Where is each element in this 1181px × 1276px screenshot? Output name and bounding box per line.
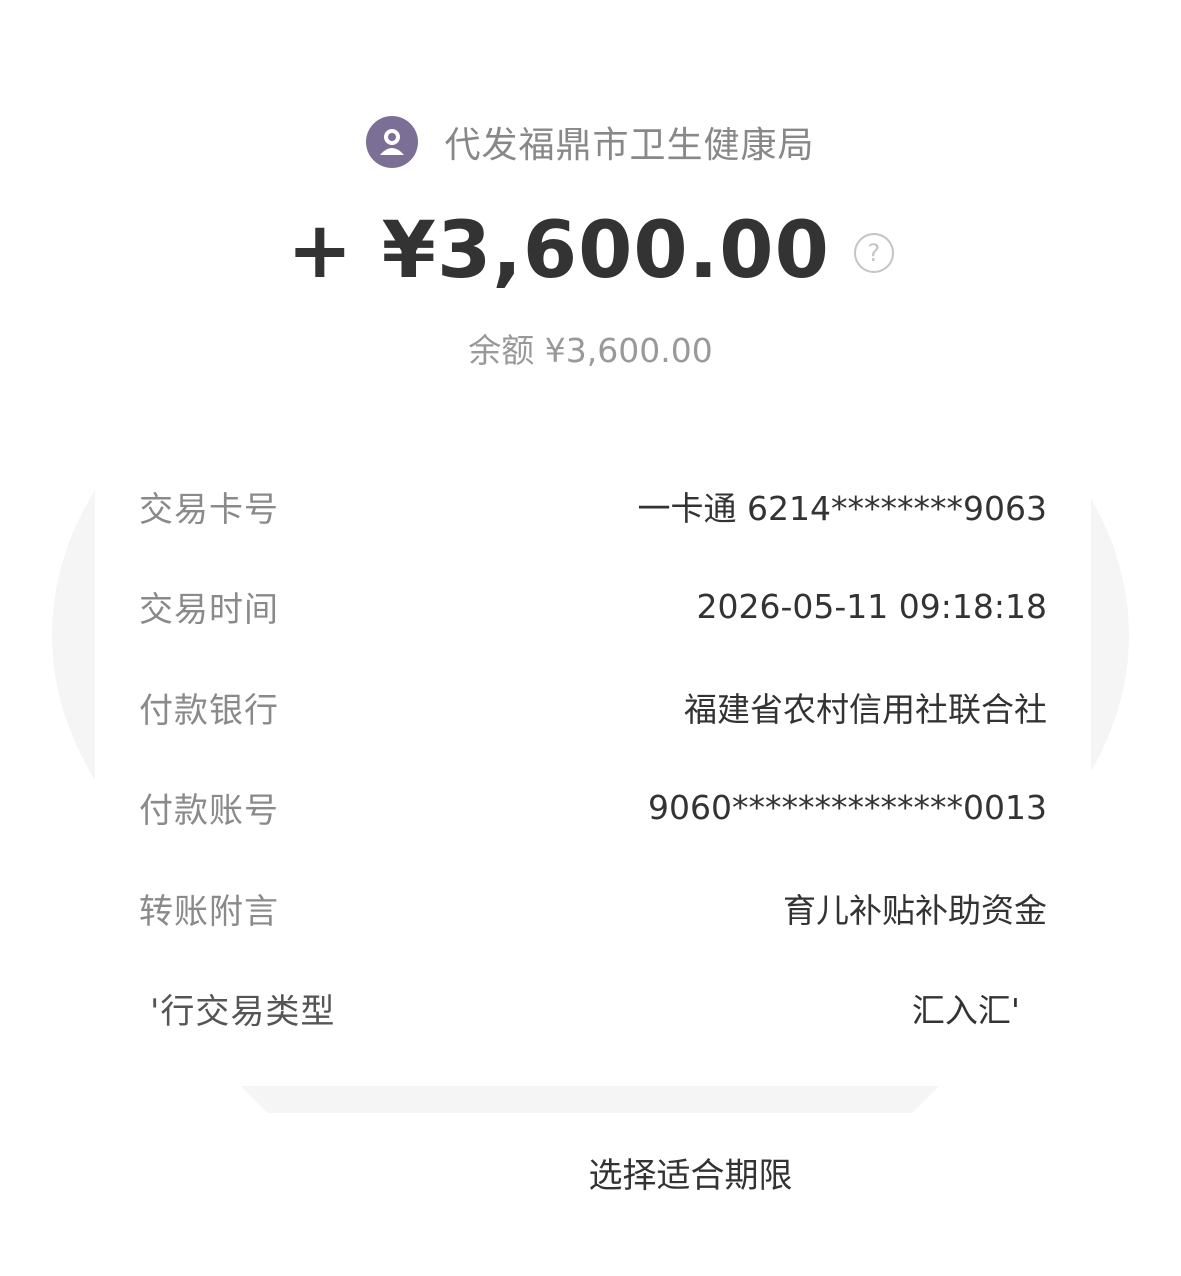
person-avatar-icon [366, 116, 419, 168]
detail-label: 转账附言 [139, 891, 279, 932]
background-bottom-shape [240, 1085, 940, 1113]
detail-row-type: '行交易类型 汇入汇' [150, 983, 1020, 1033]
amount-row: + ¥3,600.00 ? [0, 206, 1181, 296]
detail-row-account: 付款账号 9060**************0013 [139, 782, 1047, 832]
detail-value: 一卡通 6214********9063 [637, 489, 1047, 528]
detail-value: 育儿补贴补助资金 [783, 891, 1047, 930]
detail-row-remark: 转账附言 育儿补贴补助资金 [139, 883, 1047, 933]
payer-name: 代发福鼎市卫生健康局 [444, 125, 815, 166]
choose-term-link[interactable]: 选择适合期限 [0, 1148, 1181, 1197]
detail-value: 福建省农村信用社联合社 [684, 690, 1047, 729]
detail-row-card-number: 交易卡号 一卡通 6214********9063 [139, 481, 1047, 531]
detail-value: 汇入汇' [911, 991, 1020, 1030]
detail-row-bank: 付款银行 福建省农村信用社联合社 [139, 682, 1047, 732]
question-mark-icon[interactable]: ? [853, 233, 894, 273]
balance-text: 余额 ¥3,600.00 [468, 331, 713, 370]
payer-header: 代发福鼎市卫生健康局 [0, 116, 1181, 168]
detail-value: 9060**************0013 [648, 787, 1047, 827]
detail-label: 交易时间 [139, 589, 279, 630]
transaction-amount: + ¥3,600.00 [287, 206, 830, 296]
detail-label: '行交易类型 [150, 991, 336, 1032]
detail-label: 付款账号 [139, 790, 279, 831]
detail-row-time: 交易时间 2026-05-11 09:18:18 [139, 581, 1047, 631]
detail-label: 交易卡号 [139, 489, 279, 530]
detail-value: 2026-05-11 09:18:18 [696, 586, 1047, 626]
detail-label: 付款银行 [139, 690, 279, 731]
